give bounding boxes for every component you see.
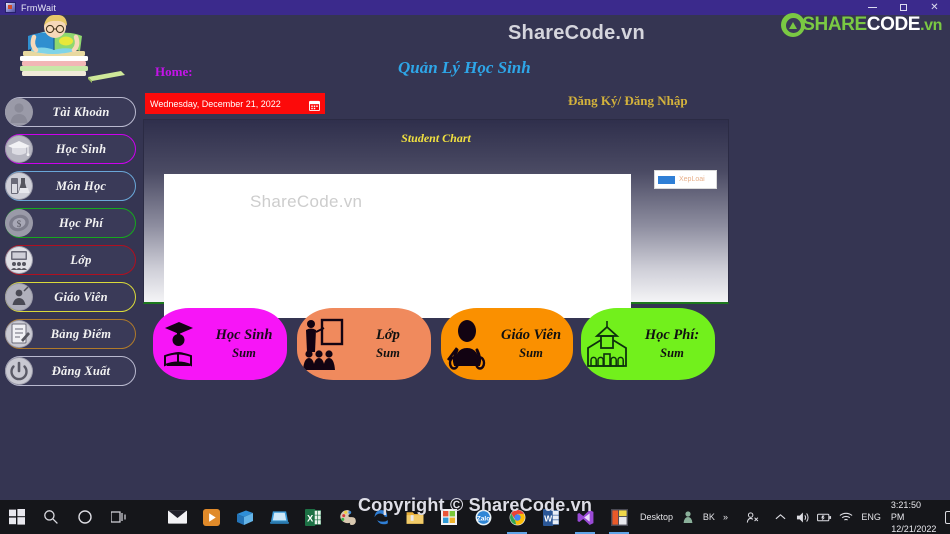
summary-button-name: Giáo Viên <box>500 326 562 343</box>
sidebar-item-label: Môn Học <box>55 178 107 193</box>
student-reading-books-logo <box>20 15 125 83</box>
summary-button-text: Giáo Viên Sum <box>493 326 573 362</box>
window-title: FrmWait <box>21 2 57 13</box>
sidebar-item-label: Lớp <box>70 252 92 267</box>
report-card-icon <box>5 320 33 348</box>
sidebar-item-label: Bảng Điểm <box>50 326 112 341</box>
classroom-group-icon <box>297 316 349 372</box>
sidebar-item-lop[interactable]: Lớp <box>5 245 136 275</box>
classroom-icon <box>5 246 33 274</box>
legend-label: XepLoai <box>679 176 705 183</box>
sidebar-item-label: Học Phí <box>58 215 104 230</box>
sidebar-item-label: Tài Khoản <box>52 104 110 119</box>
user-icon <box>5 98 33 126</box>
legend-swatch-icon <box>658 175 675 184</box>
svg-text:$: $ <box>17 219 22 229</box>
sidebar: Tài Khoản Học Sinh Môn Học $ Học Phí Lớp… <box>0 15 141 500</box>
clock-date: 12/21/2022 <box>891 524 937 534</box>
auth-link[interactable]: Đăng Ký/ Đăng Nhập <box>568 93 688 109</box>
summary-button-text: Học Phí: Sum <box>633 326 715 362</box>
copyright-text: Copyright © ShareCode.vn <box>357 495 593 515</box>
chart-title: Student Chart <box>401 131 471 145</box>
summary-button-name: Học Phí: <box>644 326 700 343</box>
sidebar-nav: Tài Khoản Học Sinh Môn Học $ Học Phí Lớp… <box>0 93 141 386</box>
sidebar-item-mon-hoc[interactable]: Môn Học <box>5 171 136 201</box>
summary-button-sum: Sum <box>660 346 684 361</box>
sidebar-item-giao-vien[interactable]: Giáo Viên <box>5 282 136 312</box>
teacher-icon <box>5 283 33 311</box>
sidebar-item-label: Học Sinh <box>55 141 107 156</box>
summary-button-row: Học Sinh Sum Lớp Sum Giáo Viên Sum Học P… <box>153 308 725 386</box>
summary-button-text: Học Sinh Sum <box>205 326 287 362</box>
date-picker-value: Wednesday, December 21, 2022 <box>150 98 281 109</box>
summary-button-text: Lớp Sum <box>349 326 431 362</box>
summary-button-hoc-phi[interactable]: Học Phí: Sum <box>581 308 715 380</box>
school-building-icon <box>581 320 633 368</box>
summary-button-sum: Sum <box>519 346 543 361</box>
sidebar-item-dang-xuat[interactable]: Đăng Xuất <box>5 356 136 386</box>
sidebar-logo <box>0 15 141 93</box>
money-icon: $ <box>5 209 33 237</box>
sidebar-item-bang-diem[interactable]: Bảng Điểm <box>5 319 136 349</box>
flask-icon <box>5 172 33 200</box>
sidebar-item-hoc-sinh[interactable]: Học Sinh <box>5 134 136 164</box>
page-title: ShareCode.vn <box>508 22 645 44</box>
power-icon <box>5 357 33 385</box>
summary-button-sum: Sum <box>232 346 256 361</box>
summary-button-lop[interactable]: Lớp Sum <box>297 308 431 380</box>
desktop-root: FrmWait ✕ Tài Khoản Học Sinh Môn Học $ H… <box>0 0 950 534</box>
summary-button-sum: Sum <box>376 346 400 361</box>
app-subtitle: Quản Lý Học Sinh <box>398 58 531 77</box>
summary-button-giao-vien[interactable]: Giáo Viên Sum <box>441 308 573 380</box>
sidebar-item-hoc-phi[interactable]: $ Học Phí <box>5 208 136 238</box>
chart-legend: XepLoai <box>654 170 717 189</box>
chart-watermark: ShareCode.vn <box>250 192 363 211</box>
date-picker[interactable]: Wednesday, December 21, 2022 <box>145 93 325 114</box>
brand-part-vn: .vn <box>920 17 942 34</box>
brand-part-code: CODE <box>866 14 921 35</box>
sidebar-item-label: Giáo Viên <box>54 289 108 304</box>
sharecode-brand-logo: SHARECODE.vn <box>781 12 942 38</box>
sidebar-item-tai-khoan[interactable]: Tài Khoản <box>5 97 136 127</box>
sidebar-item-label: Đăng Xuất <box>51 363 111 378</box>
summary-button-name: Lớp <box>376 326 400 343</box>
student-chart-panel: Student Chart ShareCode.vn XepLoai <box>143 119 729 318</box>
summary-button-name: Học Sinh <box>215 326 273 343</box>
brand-part-share: SHARE <box>802 14 867 35</box>
breadcrumb-home: Home: <box>155 64 193 79</box>
calendar-icon[interactable] <box>309 98 320 111</box>
teacher-pointer-icon <box>441 318 493 370</box>
chart-plot-area[interactable]: ShareCode.vn <box>164 174 631 318</box>
graduation-cap-icon <box>5 135 33 163</box>
summary-button-hoc-sinh[interactable]: Học Sinh Sum <box>153 308 287 380</box>
app-icon <box>5 2 16 13</box>
student-reading-icon <box>153 318 205 370</box>
